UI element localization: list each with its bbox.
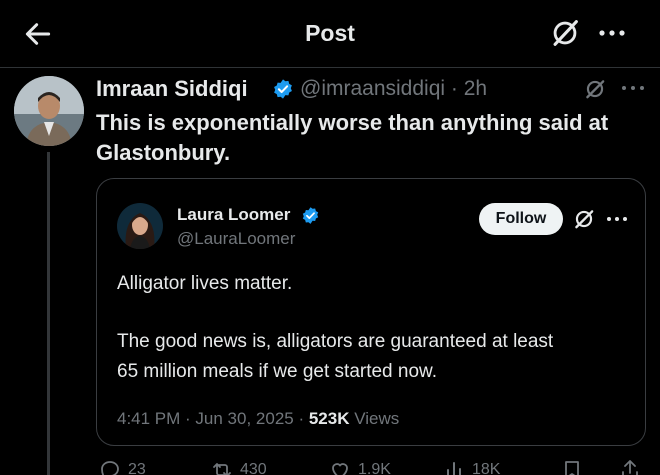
heart-icon: [332, 463, 348, 475]
more-dots-icon: [599, 30, 625, 36]
author-name[interactable]: Imraan Siddiqi: [96, 76, 248, 102]
grok-button[interactable]: [548, 16, 582, 50]
bookmark-button[interactable]: [560, 458, 584, 475]
thread-line: [47, 152, 50, 475]
quoted-tweet[interactable]: Laura Loomer @LauraLoomer Follow Alligat…: [96, 178, 646, 446]
more-dots-icon: [607, 217, 627, 221]
like-count: 1.9K: [358, 461, 391, 475]
quoted-text-line: Alligator lives matter.: [117, 273, 293, 294]
verified-badge-icon: [272, 78, 294, 100]
follow-button[interactable]: Follow: [479, 203, 563, 235]
repost-button[interactable]: 430: [210, 458, 267, 475]
reply-button[interactable]: 23: [98, 458, 146, 475]
quoted-grok-button[interactable]: [571, 206, 597, 232]
quoted-more-button[interactable]: [605, 209, 629, 229]
share-icon: [622, 460, 638, 475]
tweet-text: This is exponentially worse than anythin…: [96, 110, 609, 165]
quoted-text-line: 65 million meals if we get started now.: [117, 361, 437, 382]
grok-icon: [575, 210, 594, 229]
avatar-image: [117, 203, 163, 249]
top-bar: Post: [0, 0, 660, 68]
like-button[interactable]: 1.9K: [328, 458, 391, 475]
views-count-bar: 18K: [472, 461, 501, 475]
reply-icon: [101, 461, 119, 475]
author-handle-time[interactable]: @imraansiddiqi · 2h: [300, 77, 487, 101]
analytics-icon: [447, 462, 461, 475]
repost-count: 430: [240, 461, 267, 475]
verified-badge-icon: [301, 206, 320, 225]
more-dots-icon: [622, 86, 644, 90]
share-button[interactable]: [618, 458, 642, 475]
views-count: 523K: [308, 409, 350, 428]
quoted-timestamp-views: 4:41 PM · Jun 30, 2025 · 523K Views: [117, 409, 399, 429]
avatar-image: [14, 76, 84, 146]
quoted-timestamp[interactable]: 4:41 PM · Jun 30, 2025 ·: [117, 409, 309, 428]
grok-icon: [553, 20, 578, 46]
grok-icon: [586, 80, 605, 99]
tweet-grok-button[interactable]: [582, 76, 608, 102]
tweet-more-button[interactable]: [620, 78, 646, 98]
bookmark-icon: [565, 461, 579, 475]
quoted-author-avatar[interactable]: [117, 203, 163, 249]
views-label: Views: [354, 409, 400, 428]
repost-icon: [213, 463, 231, 475]
quoted-text-line: The good news is, alligators are guarant…: [117, 331, 554, 352]
quoted-author-name[interactable]: Laura Loomer: [177, 205, 290, 225]
quoted-author-handle[interactable]: @LauraLoomer: [177, 229, 295, 249]
author-avatar[interactable]: [14, 76, 84, 146]
more-options-button[interactable]: [597, 20, 627, 46]
reply-count: 23: [128, 461, 146, 475]
arrow-left-icon: [25, 23, 51, 45]
views-button[interactable]: 18K: [442, 458, 500, 475]
action-bar: 23 430 1.9K 18K: [96, 456, 646, 475]
back-button[interactable]: [22, 18, 54, 50]
